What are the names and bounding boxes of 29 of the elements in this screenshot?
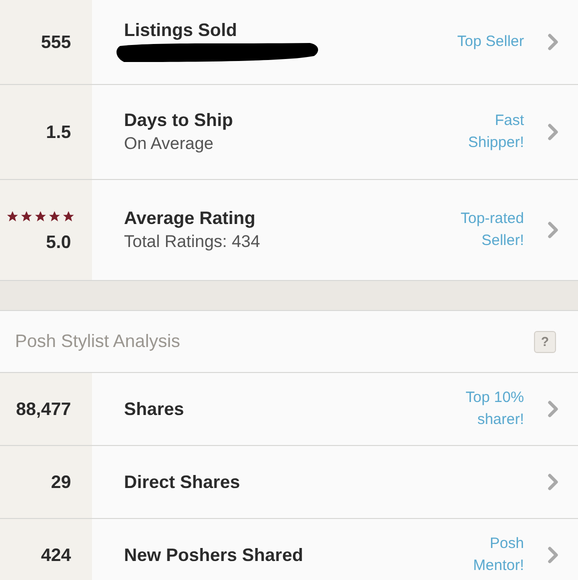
stat-title: Days to Ship: [124, 109, 234, 132]
stat-title: Average Rating: [124, 207, 256, 230]
badge-text: sharer!: [477, 410, 524, 430]
stat-value: 5.0: [46, 232, 71, 250]
stat-subtitle: On Average: [124, 133, 214, 155]
stat-title: New Poshers Shared: [124, 544, 304, 567]
badge-text: Fast: [494, 111, 524, 131]
stat-row[interactable]: 88,477 Shares Top 10% sharer!: [0, 373, 578, 446]
stat-value: 1.5: [46, 123, 71, 141]
badge-text: Top Seller: [457, 32, 524, 52]
badge-text: Top-rated: [460, 209, 524, 229]
stat-row[interactable]: 29 Direct Shares: [0, 446, 578, 519]
badge-text: Posh: [490, 534, 524, 554]
badge-text: Mentor!: [473, 556, 524, 576]
badge-text: Top 10%: [466, 388, 524, 408]
stat-value: 555: [40, 33, 71, 51]
stat-subtitle: Total Ratings: 434: [124, 231, 262, 253]
stat-row[interactable]: 555 Listings Sold Top Seller: [0, 0, 578, 85]
stat-title: Listings Sold: [124, 19, 238, 42]
stat-value: 29: [50, 473, 71, 491]
stat-title: Direct Shares: [124, 471, 242, 494]
section-title: Posh Stylist Analysis: [15, 330, 180, 353]
stat-value: 88,477: [16, 400, 71, 418]
stat-row[interactable]: 5.0 Average Rating Total Ratings: 434 Top-rated Seller!: [0, 180, 578, 281]
stat-title: Shares: [124, 398, 186, 421]
stat-row[interactable]: 1.5 Days to Ship On Average Fast Shipper!: [0, 85, 578, 180]
badge-text: Shipper!: [468, 133, 524, 153]
badge-text: Seller!: [481, 231, 524, 251]
stat-value: 424: [40, 546, 71, 564]
